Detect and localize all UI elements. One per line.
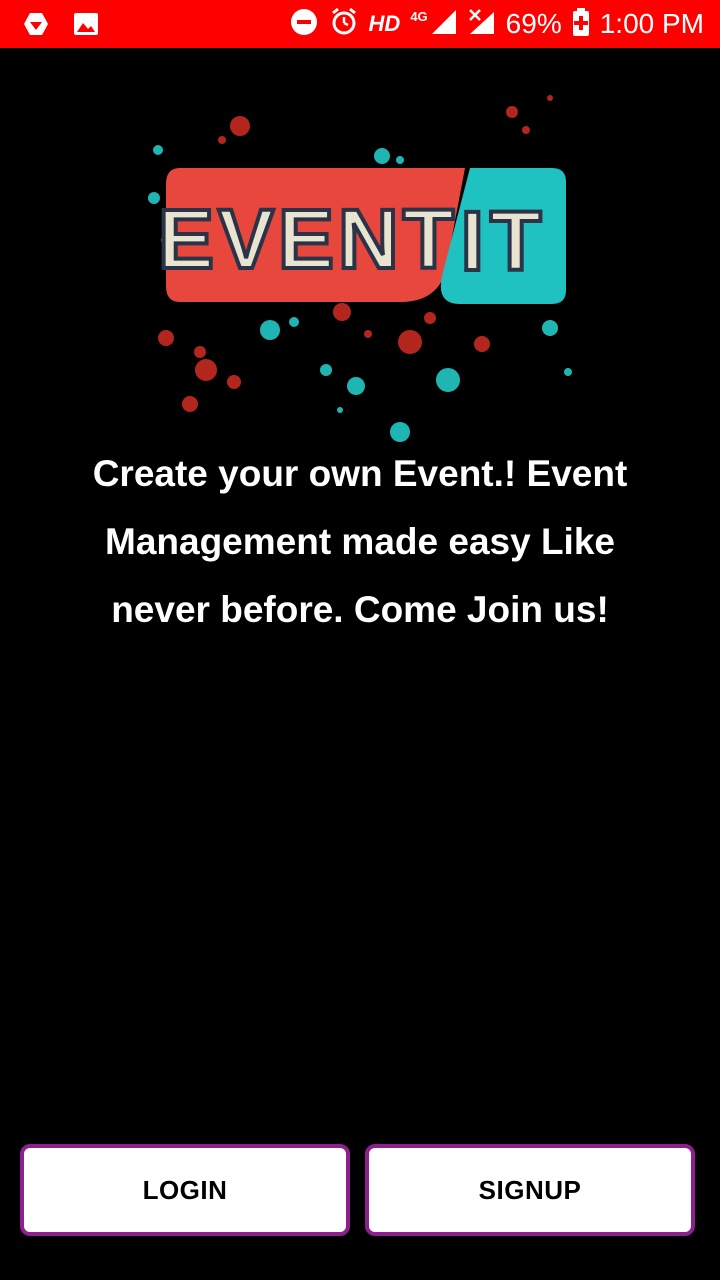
no-signal-icon — [468, 8, 496, 41]
logo-text-it: IT — [461, 194, 548, 288]
alarm-icon — [329, 7, 359, 42]
clock-time: 1:00 PM — [599, 8, 704, 39]
battery-charging-icon — [572, 7, 590, 42]
tagline-text: Create your own Event.! Event Management… — [92, 453, 628, 630]
app-logo: EVENT IT — [130, 90, 590, 450]
do-not-disturb-icon — [289, 7, 319, 42]
network-type-label: 4G — [410, 8, 428, 24]
signal-icon — [431, 8, 458, 41]
hd-label: HD — [368, 11, 401, 36]
signup-button[interactable]: SIGNUP — [365, 1144, 695, 1236]
login-button[interactable]: LOGIN — [20, 1144, 350, 1236]
logo-text-event: EVENT — [158, 192, 458, 286]
battery-percent: 69% — [505, 8, 562, 39]
status-bar: HD 4G 69% 1:00 PM — [0, 0, 720, 48]
gallery-icon — [72, 10, 100, 43]
app-notification-icon — [22, 10, 50, 43]
